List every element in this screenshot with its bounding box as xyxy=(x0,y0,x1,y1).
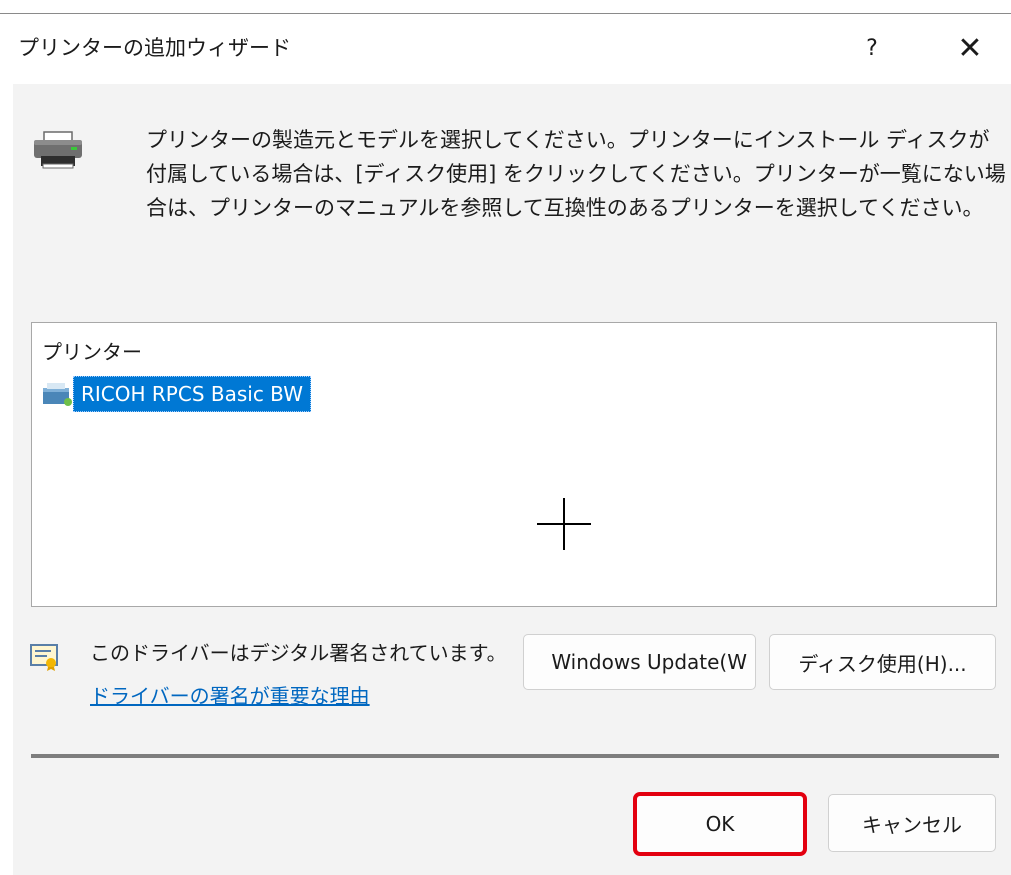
instruction-text: プリンターの製造元とモデルを選択してください。プリンターにインストール ディスク… xyxy=(146,128,1006,220)
signature-info-link[interactable]: ドライバーの署名が重要な理由 xyxy=(90,680,370,709)
mouse-cursor-vertical xyxy=(563,498,565,550)
list-header-printer: プリンター xyxy=(42,340,142,364)
printer-driver-icon xyxy=(43,383,72,406)
window-title: プリンターの追加ウィザード xyxy=(18,36,291,60)
separator xyxy=(31,754,999,758)
have-disk-button[interactable]: ディスク使用(H)... xyxy=(769,634,996,690)
title-bar: プリンターの追加ウィザード ? ✕ xyxy=(13,14,1011,84)
list-item[interactable]: RICOH RPCS Basic BW xyxy=(42,374,311,414)
windows-update-button[interactable]: Windows Update(W xyxy=(523,634,756,690)
help-icon: ? xyxy=(866,35,878,61)
close-button[interactable]: ✕ xyxy=(939,22,1001,74)
certificate-icon xyxy=(30,644,58,671)
background-window-strip xyxy=(0,0,1011,14)
cancel-button[interactable]: キャンセル xyxy=(828,794,996,852)
close-icon: ✕ xyxy=(957,30,983,66)
signature-status: このドライバーはデジタル署名されています。 xyxy=(90,641,507,665)
list-item-label: RICOH RPCS Basic BW xyxy=(73,376,311,412)
printer-listbox[interactable]: プリンター RICOH RPCS Basic BW xyxy=(31,322,997,607)
ok-button[interactable]: OK xyxy=(633,792,807,856)
add-printer-wizard-dialog: プリンターの追加ウィザード ? ✕ プリンターの製造元とモデルを選択してください… xyxy=(13,14,1011,875)
printer-icon xyxy=(34,131,82,169)
help-button[interactable]: ? xyxy=(841,22,903,74)
